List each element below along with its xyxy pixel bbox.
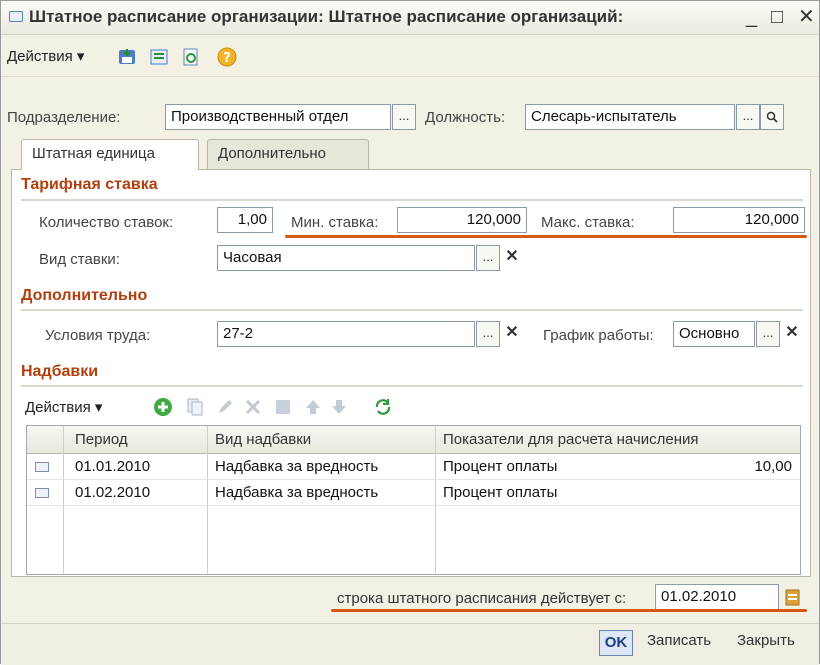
maximize-button[interactable]: □ bbox=[771, 5, 783, 29]
help-icon[interactable]: ? bbox=[217, 47, 237, 67]
save-icon[interactable] bbox=[117, 47, 137, 67]
valid-from-label: строка штатного расписания действует с: bbox=[337, 590, 627, 607]
list-icon[interactable] bbox=[149, 47, 169, 67]
actions-menu[interactable]: Действия ▾ bbox=[7, 47, 84, 65]
close-window-button[interactable]: ✕ bbox=[798, 5, 815, 29]
rate-count-field[interactable]: 1,00 bbox=[217, 207, 273, 233]
sync-icon[interactable] bbox=[373, 397, 393, 417]
allowances-table: Период Вид надбавки Показатели для расче… bbox=[26, 425, 801, 575]
table-header: Период Вид надбавки Показатели для расче… bbox=[27, 426, 800, 454]
ok-button[interactable]: OK bbox=[599, 630, 633, 656]
valid-from-field[interactable]: 01.02.2010 bbox=[655, 584, 779, 610]
allowances-actions-menu[interactable]: Действия ▾ bbox=[25, 398, 102, 416]
conditions-field[interactable]: 27-2 bbox=[217, 321, 475, 347]
edit-icon[interactable] bbox=[215, 397, 235, 417]
position-field[interactable]: Слесарь-испытатель bbox=[525, 104, 735, 130]
footer: OK Записать Закрыть bbox=[1, 623, 819, 665]
allowances-section-title: Надбавки bbox=[21, 363, 99, 380]
cell-indicator[interactable]: Процент оплаты bbox=[443, 458, 557, 475]
save-button[interactable]: Записать bbox=[647, 632, 711, 649]
position-select-button[interactable]: ... bbox=[736, 104, 760, 130]
rate-kind-clear-icon[interactable]: ✕ bbox=[501, 245, 523, 271]
search-icon bbox=[766, 111, 778, 123]
add-icon[interactable] bbox=[153, 397, 173, 417]
section-divider bbox=[21, 385, 803, 387]
rate-count-label: Количество ставок: bbox=[39, 214, 174, 231]
window: Штатное расписание организации: Штатное … bbox=[0, 0, 820, 665]
toolbar: Действия ▾ ? bbox=[1, 37, 819, 77]
row-icon bbox=[35, 462, 49, 472]
section-divider bbox=[21, 309, 803, 311]
min-rate-field[interactable]: 120,000 bbox=[397, 207, 527, 233]
position-open-button[interactable] bbox=[760, 104, 784, 130]
table-row[interactable]: 01.01.2010 Надбавка за вредность Процент… bbox=[27, 454, 800, 480]
minimize-button[interactable]: _ bbox=[746, 5, 757, 29]
rate-kind-field[interactable]: Часовая bbox=[217, 245, 475, 271]
rate-kind-select-button[interactable]: ... bbox=[476, 245, 500, 271]
svg-text:?: ? bbox=[223, 51, 231, 66]
table-row[interactable]: 01.02.2010 Надбавка за вредность Процент… bbox=[27, 480, 800, 506]
additional-section-title: Дополнительно bbox=[21, 287, 148, 304]
window-icon bbox=[9, 11, 23, 22]
schedule-field[interactable]: Основно bbox=[673, 321, 755, 347]
cell-kind[interactable]: Надбавка за вредность bbox=[215, 484, 378, 501]
cell-period[interactable]: 01.02.2010 bbox=[75, 484, 150, 501]
schedule-select-button[interactable]: ... bbox=[756, 321, 780, 347]
column-header-indicators[interactable]: Показатели для расчета начисления bbox=[443, 431, 698, 448]
position-label: Должность: bbox=[425, 109, 506, 126]
column-header-period[interactable]: Период bbox=[75, 431, 128, 448]
rate-kind-label: Вид ставки: bbox=[39, 251, 120, 268]
min-rate-label: Мин. ставка: bbox=[291, 214, 379, 231]
conditions-clear-icon[interactable]: ✕ bbox=[501, 321, 523, 347]
schedule-label: График работы: bbox=[543, 327, 654, 344]
max-rate-label: Макс. ставка: bbox=[541, 214, 635, 231]
highlight-underline-valid-from bbox=[331, 609, 807, 612]
department-label: Подразделение: bbox=[7, 109, 121, 126]
cell-value[interactable]: 10,00 bbox=[754, 458, 792, 475]
conditions-select-button[interactable]: ... bbox=[476, 321, 500, 347]
calendar-icon[interactable] bbox=[785, 588, 801, 606]
tariff-section-title: Тарифная ставка bbox=[21, 176, 158, 193]
conditions-label: Условия труда: bbox=[45, 327, 151, 344]
tab-staff-unit[interactable]: Штатная единица bbox=[21, 139, 199, 170]
section-divider bbox=[21, 199, 803, 201]
title-bar: Штатное расписание организации: Штатное … bbox=[1, 1, 819, 35]
tab-additional[interactable]: Дополнительно bbox=[207, 139, 369, 169]
window-title: Штатное расписание организации: Штатное … bbox=[29, 7, 624, 26]
max-rate-field[interactable]: 120,000 bbox=[673, 207, 805, 233]
close-button[interactable]: Закрыть bbox=[737, 632, 795, 649]
delete-icon[interactable] bbox=[243, 397, 263, 417]
copy-icon[interactable] bbox=[185, 397, 205, 417]
row-icon bbox=[35, 488, 49, 498]
schedule-clear-icon[interactable]: ✕ bbox=[781, 321, 803, 347]
highlight-underline-rates bbox=[285, 235, 807, 238]
move-up-icon[interactable] bbox=[303, 397, 323, 417]
refresh-icon[interactable] bbox=[181, 47, 201, 67]
department-select-button[interactable]: ... bbox=[392, 104, 416, 130]
cell-period[interactable]: 01.01.2010 bbox=[75, 458, 150, 475]
column-header-kind[interactable]: Вид надбавки bbox=[215, 431, 311, 448]
cell-indicator[interactable]: Процент оплаты bbox=[443, 484, 557, 501]
department-field[interactable]: Производственный отдел bbox=[165, 104, 391, 130]
cell-kind[interactable]: Надбавка за вредность bbox=[215, 458, 378, 475]
save-row-icon[interactable] bbox=[273, 397, 293, 417]
move-down-icon[interactable] bbox=[329, 397, 349, 417]
